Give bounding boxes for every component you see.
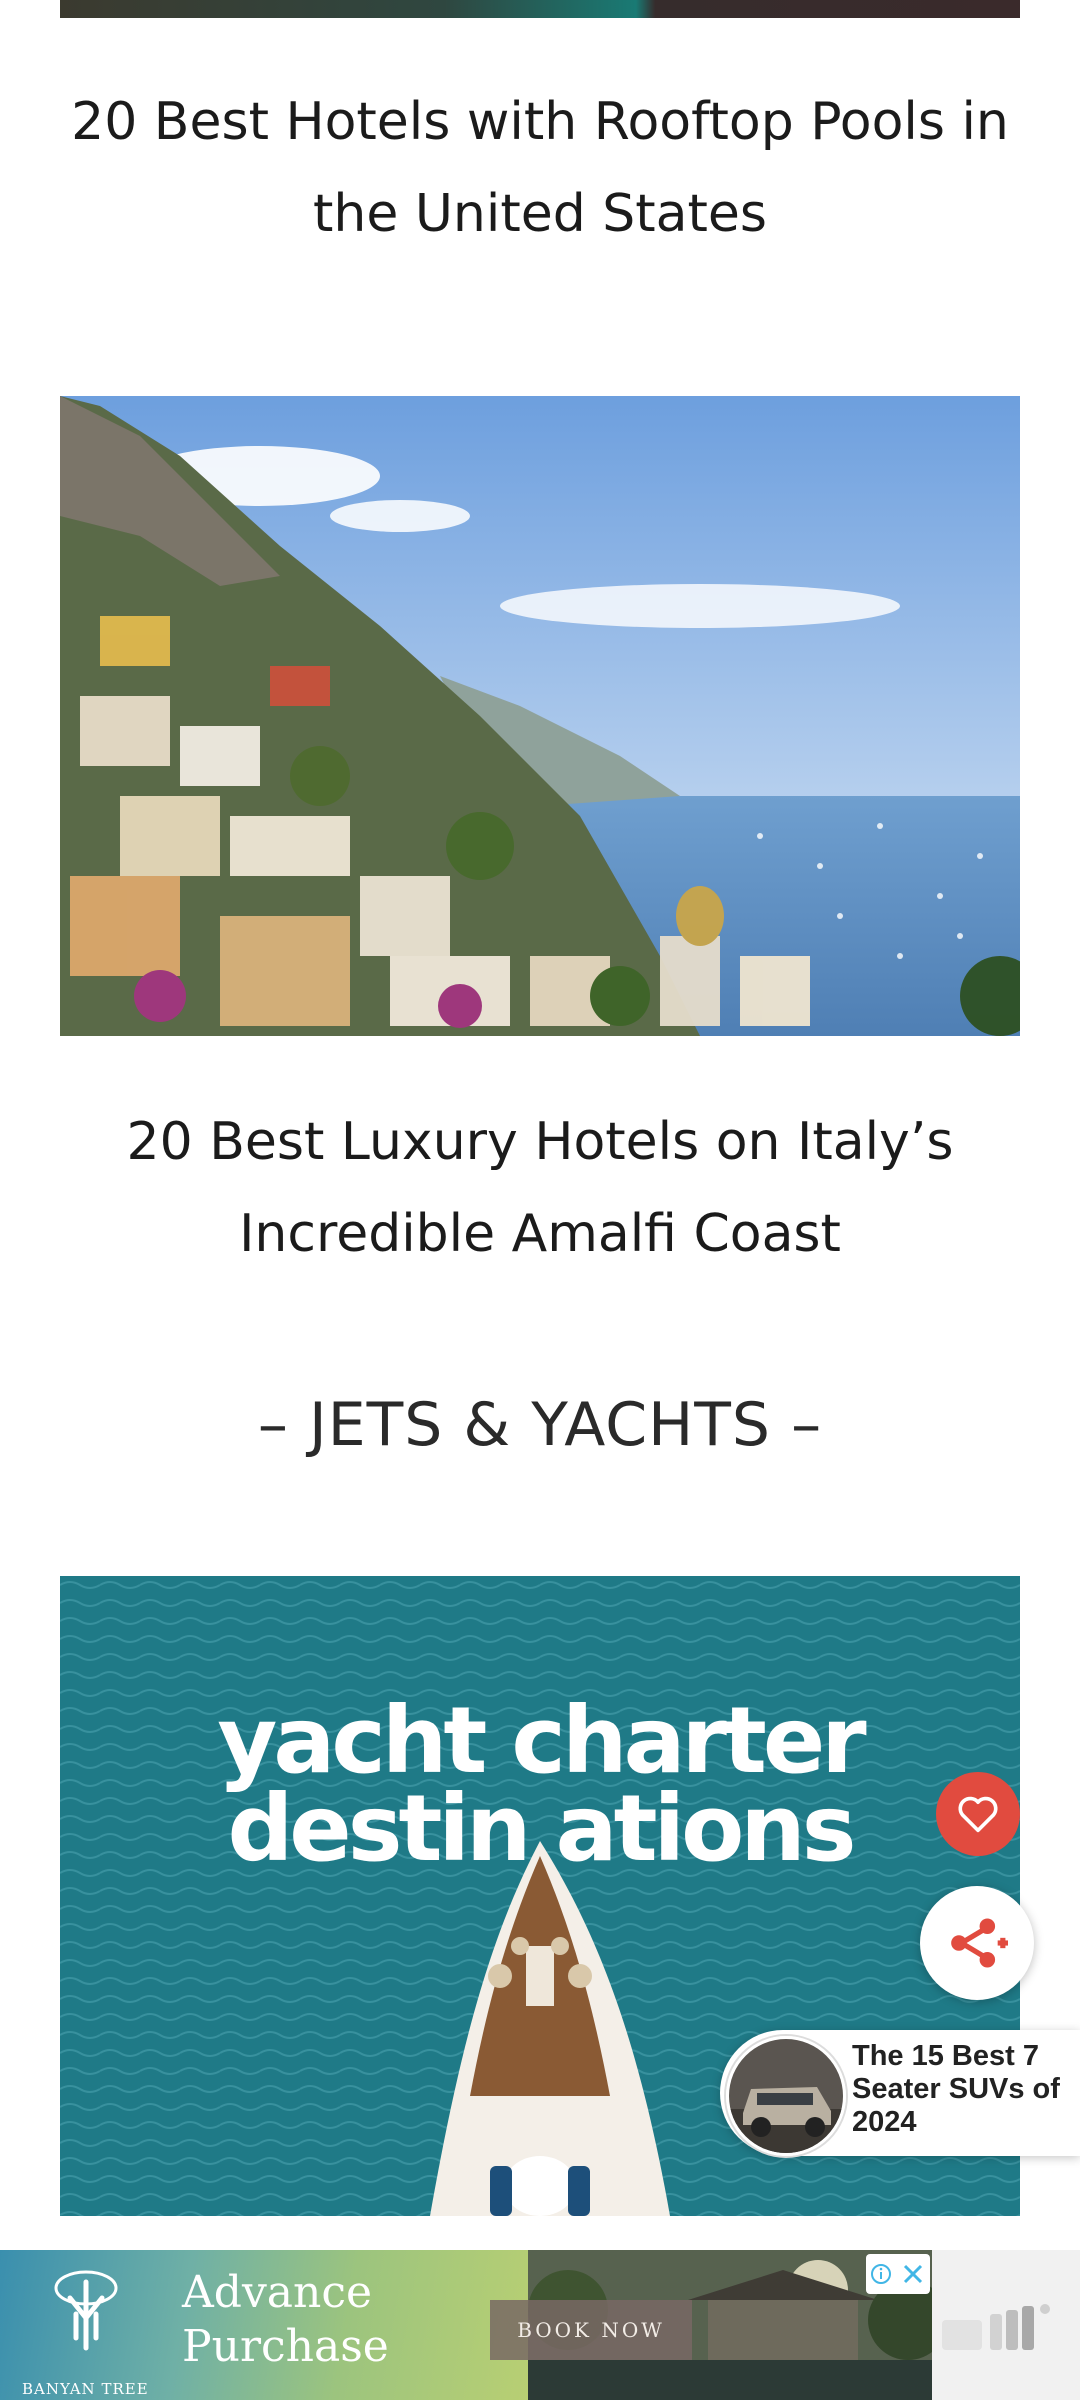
ad-controls[interactable] xyxy=(866,2254,930,2294)
brand-watermark-logo xyxy=(942,2304,1050,2350)
share-icon xyxy=(951,1918,1008,1968)
heart-icon xyxy=(958,1796,998,1833)
promo-thumbnail xyxy=(726,2036,846,2156)
amalfi-coast-photo xyxy=(60,396,1020,1036)
article-image-amalfi[interactable] xyxy=(60,396,1020,1036)
favorite-button[interactable] xyxy=(936,1772,1020,1856)
ad-brand: BANYAN TREE xyxy=(22,2380,149,2398)
ad-right-panel xyxy=(932,2250,1080,2400)
suv-thumbnail-image xyxy=(729,2039,843,2153)
yacht-image-text-line2: destin ations xyxy=(227,1775,856,1882)
info-icon[interactable] xyxy=(870,2263,892,2285)
banyan-tree-logo xyxy=(54,2270,118,2351)
promo-text: The 15 Best 7 Seater SUVs of 2024 xyxy=(852,2040,1060,2138)
ad-headline: Advance Purchase xyxy=(182,2267,389,2372)
section-heading-jets-yachts: – JETS & YACHTS – xyxy=(257,1390,823,1460)
ad-left-panel[interactable]: BANYAN TREE Advance Purchase xyxy=(0,2250,528,2400)
previous-article-image[interactable] xyxy=(60,0,1020,18)
article-title-amalfi[interactable]: 20 Best Luxury Hotels on Italy’s Incredi… xyxy=(60,1096,1020,1280)
share-button[interactable] xyxy=(920,1886,1034,2000)
promo-card-suvs[interactable]: The 15 Best 7 Seater SUVs of 2024 xyxy=(720,2030,1080,2156)
close-icon[interactable] xyxy=(900,2261,926,2287)
ad-book-now-button[interactable]: BOOK NOW xyxy=(490,2300,692,2360)
article-title-rooftop-pools[interactable]: 20 Best Hotels with Rooftop Pools in the… xyxy=(60,76,1020,260)
yacht-image-text-line1: yacht charter xyxy=(217,1687,866,1794)
